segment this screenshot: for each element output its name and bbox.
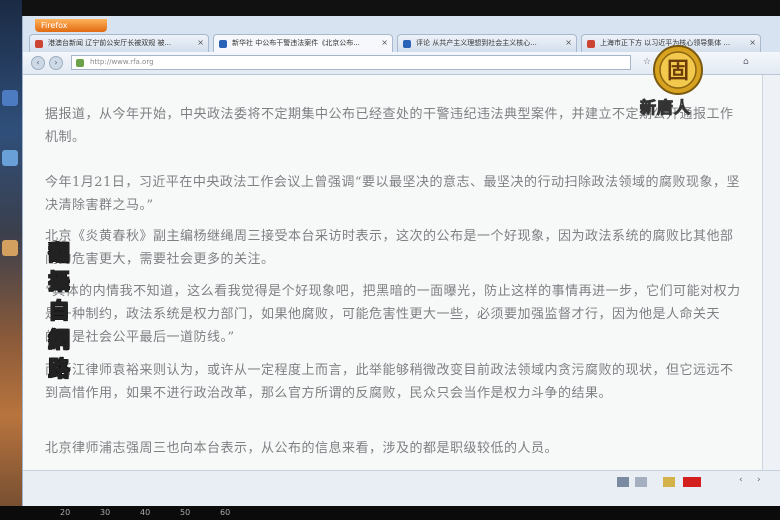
- addon-icon[interactable]: [617, 477, 629, 487]
- tab-2[interactable]: 新华社 中公布干警违法案件《北京公布... ×: [213, 34, 393, 53]
- caption-char: 路: [48, 356, 70, 381]
- close-icon[interactable]: ×: [197, 38, 204, 47]
- favicon-icon: [219, 40, 227, 48]
- favicon-icon: [403, 40, 411, 48]
- favicon-icon: [35, 40, 43, 48]
- article-paragraph: 而浙江律师袁裕来则认为，或许从一定程度上而言，此举能够稍微改变目前政法领域内贪污…: [45, 363, 734, 401]
- favicon-icon: [587, 40, 595, 48]
- record-icon[interactable]: [683, 477, 701, 487]
- url-text: http://www.rfa.org: [90, 58, 154, 66]
- caption-char: 攝: [48, 269, 70, 294]
- vertical-caption: 翻 攝 自 網 路: [44, 240, 74, 382]
- taskbar-item: 50: [180, 508, 191, 517]
- taskbar-item: 40: [140, 508, 151, 517]
- vertical-scrollbar[interactable]: [762, 75, 780, 470]
- firefox-menu-button[interactable]: Firefox: [35, 19, 107, 32]
- close-icon[interactable]: ×: [749, 38, 756, 47]
- article-paragraph: 今年1月21日，习近平在中央政法工作会议上曾强调“要以最坚决的意志、最坚决的行动…: [45, 175, 740, 213]
- caption-char: 自: [48, 298, 70, 323]
- site-identity-icon: [76, 59, 84, 67]
- back-icon[interactable]: ‹: [31, 56, 45, 70]
- tab-label: 评论 从共产主义理想到社会主义核心...: [416, 39, 537, 47]
- taskbar: 20 30 40 50 60: [0, 506, 780, 520]
- station-logo-text: 新唐人: [639, 98, 692, 118]
- scroll-right-icon[interactable]: ›: [757, 475, 761, 485]
- desktop-icon[interactable]: [2, 240, 18, 256]
- article-paragraph: “具体的内情我不知道，这么看我觉得是个好现象吧，把黑暗的一面曝光，防止这样的事情…: [45, 284, 741, 345]
- desktop-background: [0, 0, 22, 520]
- plugin-icon[interactable]: [635, 477, 647, 487]
- flag-icon[interactable]: [663, 477, 675, 487]
- url-bar[interactable]: http://www.rfa.org: [71, 55, 631, 70]
- status-bar: ‹ ›: [23, 470, 780, 507]
- taskbar-item: 60: [220, 508, 231, 517]
- forward-icon[interactable]: ›: [49, 56, 63, 70]
- caption-char: 翻: [48, 240, 70, 265]
- caption-char: 網: [48, 327, 70, 352]
- tab-label: 新华社 中公布干警违法案件《北京公布...: [232, 39, 360, 47]
- station-logo-icon: 固: [653, 45, 703, 95]
- desktop-icon[interactable]: [2, 90, 18, 106]
- taskbar-item: 20: [60, 508, 71, 517]
- close-icon[interactable]: ×: [381, 38, 388, 47]
- close-icon[interactable]: ×: [565, 38, 572, 47]
- logo-char: 固: [667, 58, 689, 84]
- tab-3[interactable]: 评论 从共产主义理想到社会主义核心... ×: [397, 34, 577, 52]
- home-icon[interactable]: ⌂: [743, 57, 749, 67]
- article-paragraph: 北京《炎黄春秋》副主编杨继绳周三接受本台采访时表示，这次的公布是一个好现象，因为…: [45, 229, 734, 267]
- article-paragraph: 北京律师浦志强周三也向本台表示，从公布的信息来看，涉及的都是职级较低的人员。: [45, 441, 559, 456]
- tab-1[interactable]: 港澳台新闻 辽宁前公安厅长被双规 被... ×: [29, 34, 209, 52]
- desktop-icon[interactable]: [2, 150, 18, 166]
- scroll-left-icon[interactable]: ‹: [739, 475, 743, 485]
- taskbar-item: 30: [100, 508, 111, 517]
- desktop-top-bar: 3p: [0, 0, 780, 16]
- tab-label: 港澳台新闻 辽宁前公安厅长被双规 被...: [48, 39, 172, 47]
